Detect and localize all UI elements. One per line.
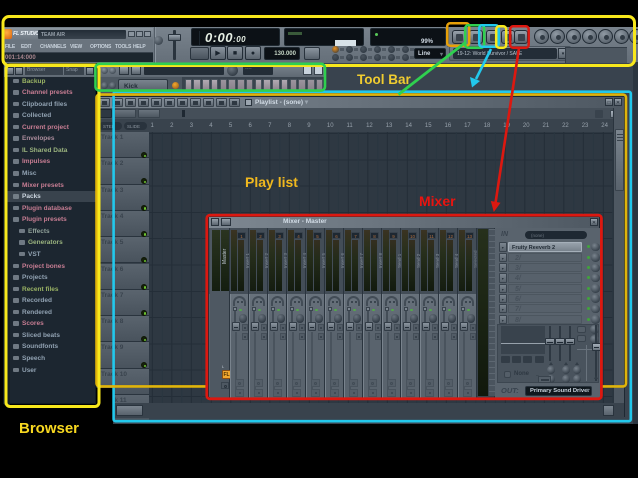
svg-text:Browser: Browser <box>19 420 79 437</box>
svg-text:Play list: Play list <box>245 174 298 190</box>
svg-text:Tool Bar: Tool Bar <box>357 72 411 87</box>
svg-text:Mixer: Mixer <box>419 193 456 209</box>
